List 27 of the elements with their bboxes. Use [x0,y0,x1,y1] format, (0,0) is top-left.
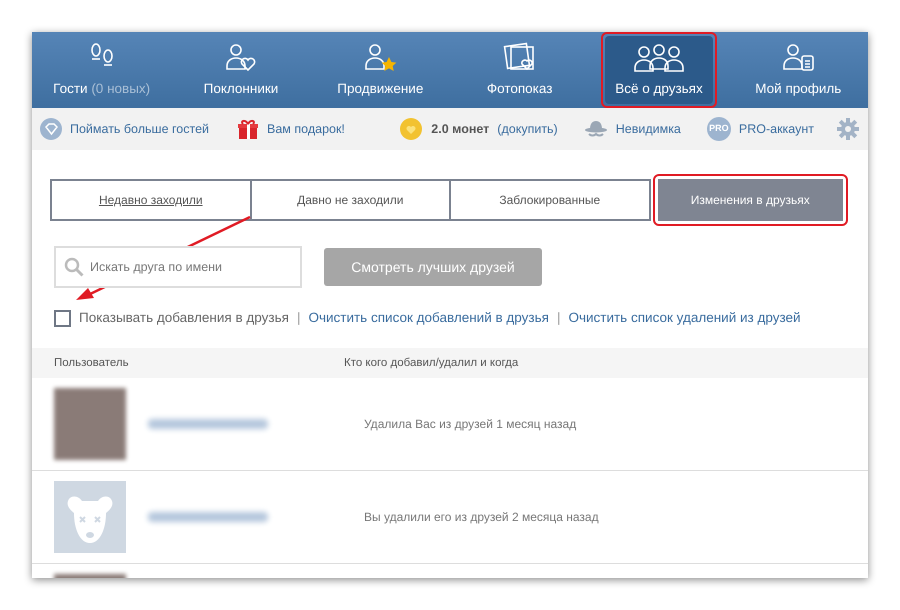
gift-link[interactable]: Вам подарок! [267,120,345,138]
checkbox-label: Показывать добавления в друзья [79,309,289,327]
nav-tab[interactable]: Гости (0 новых) [36,32,168,108]
buy-coins-link[interactable]: (докупить) [497,120,558,138]
separator: | [556,309,560,327]
filter-tab[interactable]: Давно не заходили [250,179,451,221]
column-header: Пользователь [54,356,130,371]
nav-tab[interactable]: Продвижение [314,32,446,108]
filter-tab[interactable]: Изменения в друзьях [658,179,843,221]
pro-account-link[interactable]: PRO-аккаунт [738,120,814,138]
nav-tab[interactable]: Поклонники [175,32,307,108]
filter-tab[interactable]: Недавно заходили [50,179,252,221]
nav-tab[interactable]: Фотопоказ [454,32,586,108]
nav-tab[interactable]: Мой профиль [732,32,864,108]
search-field[interactable]: Искать друга по имени [54,246,302,288]
clear-list-link[interactable]: Очистить список удалений из друзей [568,308,801,328]
column-header: Кто кого добавил/удалил и когда [344,356,518,371]
clear-list-link[interactable]: Очистить список добавлений в друзья [308,308,549,328]
nav-tab[interactable]: Всё о друзьях [605,36,713,104]
invisible-mode-link[interactable]: Невидимка [616,120,681,138]
catch-guests-link[interactable]: Поймать больше гостей [70,120,210,138]
coin-balance: 2.0 монет [431,120,490,138]
event-text: Удалила Вас из друзей 1 месяц назад [364,416,576,434]
pro-badge: PRO [706,117,731,141]
event-text: Вы удалили его из друзей 2 месяца назад [364,509,599,526]
separator: | [296,309,300,327]
filter-tab[interactable]: Заблокированные [449,179,650,221]
